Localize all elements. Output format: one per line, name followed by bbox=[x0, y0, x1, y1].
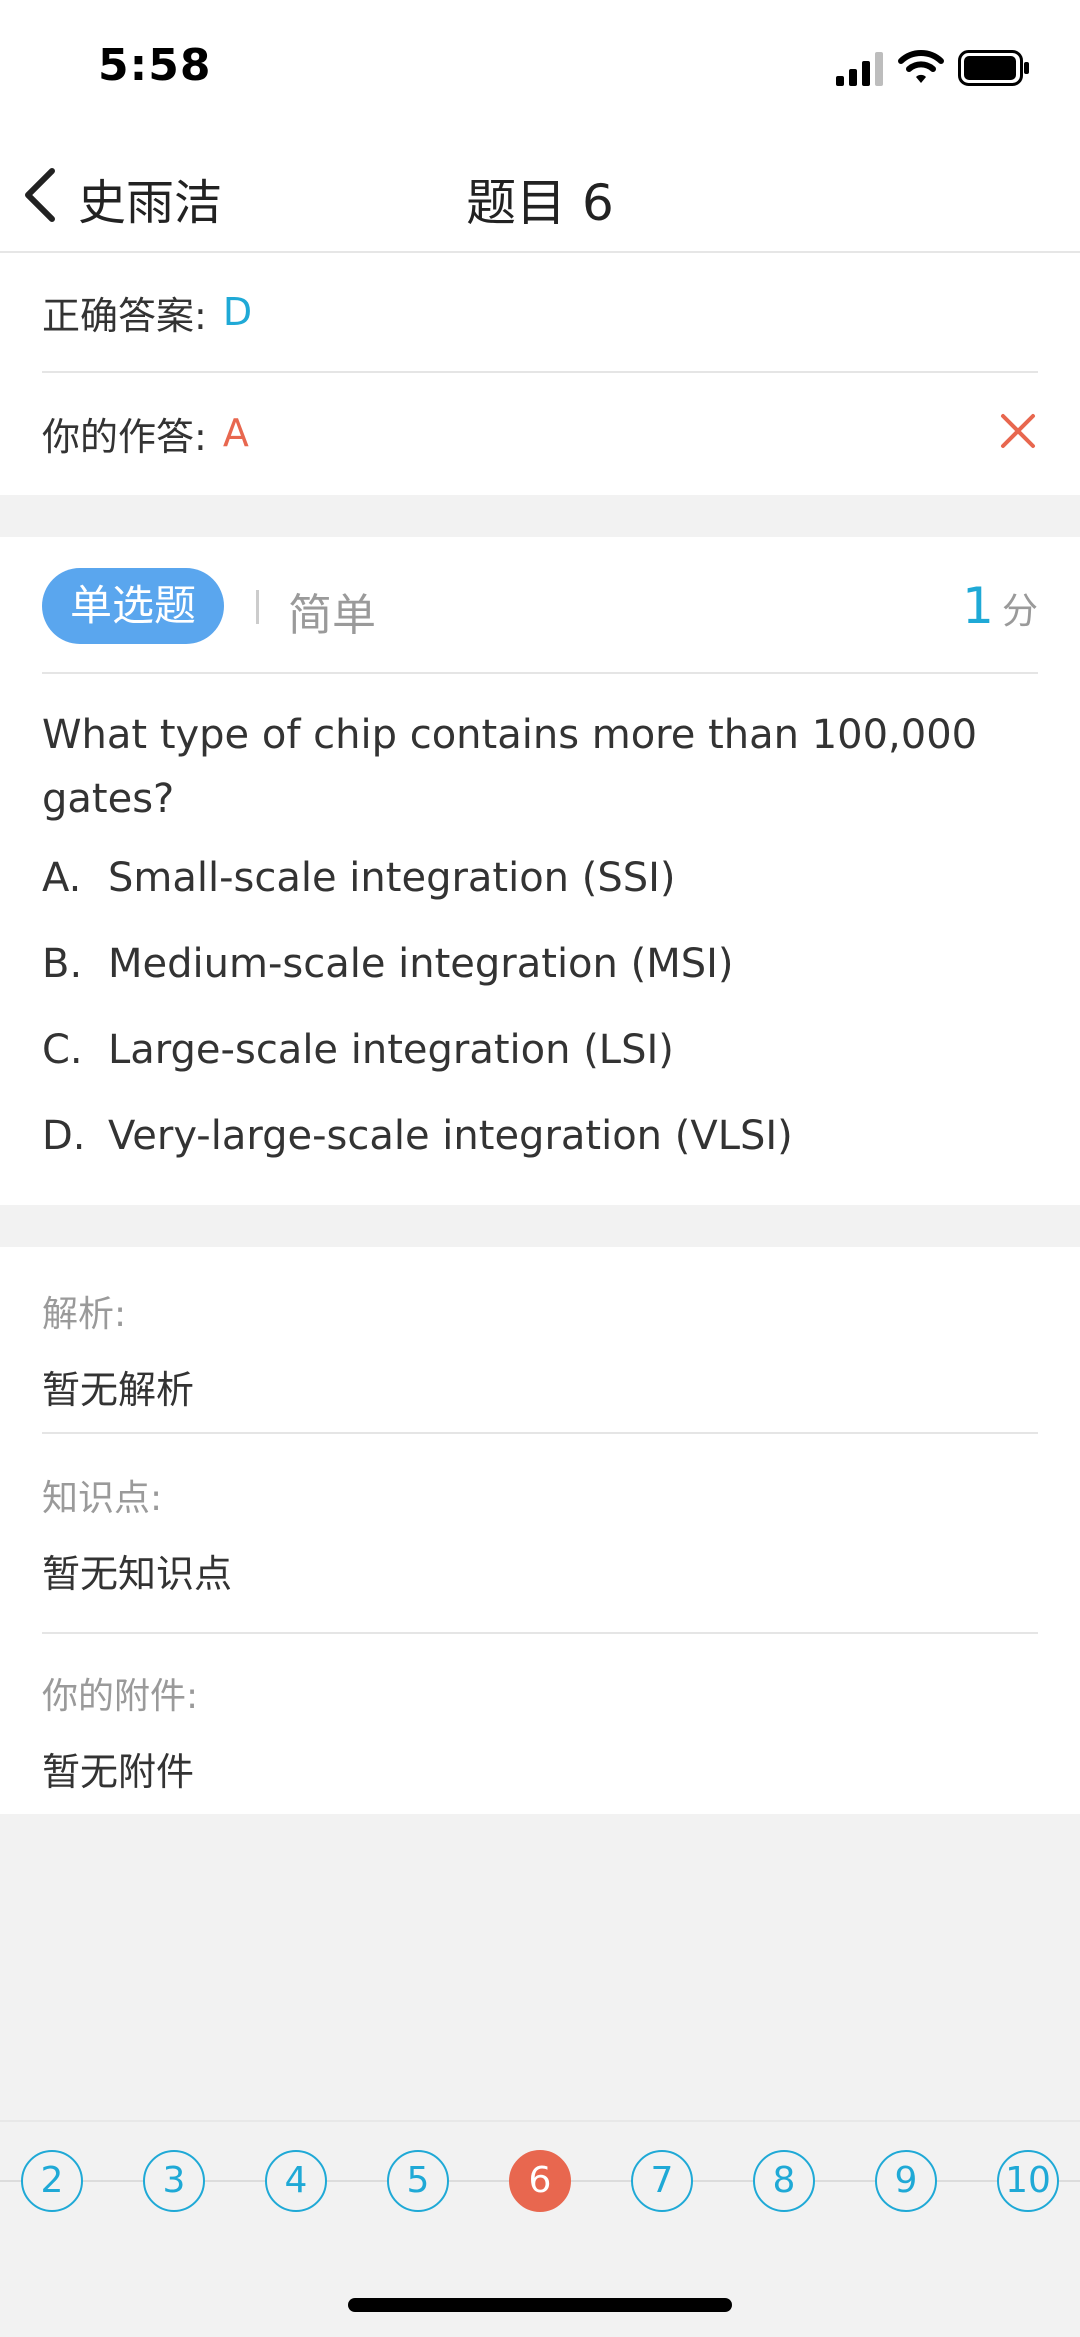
signal-icon bbox=[836, 52, 883, 86]
your-answer-label: 你的作答: bbox=[42, 414, 207, 459]
divider bbox=[42, 1632, 1038, 1634]
wifi-icon bbox=[898, 50, 944, 83]
page-item-5[interactable]: 5 bbox=[387, 2150, 449, 2212]
header-divider bbox=[256, 590, 259, 624]
option-text: Large-scale integration (LSI) bbox=[108, 1027, 674, 1073]
option-letter: C. bbox=[42, 1027, 83, 1073]
status-bar: 5:58 bbox=[0, 0, 1080, 135]
option-text: Medium-scale integration (MSI) bbox=[108, 941, 734, 987]
option-text: Very-large-scale integration (VLSI) bbox=[108, 1113, 793, 1159]
battery-icon bbox=[958, 50, 1029, 86]
option-a: A. Small-scale integration (SSI) bbox=[42, 855, 1038, 901]
page-item-2[interactable]: 2 bbox=[21, 2150, 83, 2212]
question-pager: 2 3 4 5 6 7 8 9 10 bbox=[0, 2120, 1080, 2240]
analysis-label: 解析: bbox=[42, 1294, 127, 1335]
option-letter: D. bbox=[42, 1113, 86, 1159]
question-text: What type of chip contains more than 100… bbox=[42, 712, 978, 822]
score-unit: 分 bbox=[1001, 591, 1038, 632]
question-section: 单选题 简单 1分 What type of chip contains mor… bbox=[0, 537, 1080, 1205]
page-item-3[interactable]: 3 bbox=[143, 2150, 205, 2212]
option-b: B. Medium-scale integration (MSI) bbox=[42, 941, 1038, 987]
correct-answer-row: 正确答案: D bbox=[42, 253, 1038, 373]
question-type-badge: 单选题 bbox=[42, 568, 225, 644]
knowledge-block: 知识点: 暂无知识点 bbox=[42, 1469, 1038, 1598]
score: 1分 bbox=[962, 577, 1038, 635]
your-answer-value: A bbox=[222, 411, 249, 455]
correct-answer-label: 正确答案: bbox=[42, 293, 207, 338]
option-letter: B. bbox=[42, 941, 83, 987]
question-header: 单选题 简单 1分 bbox=[42, 537, 1038, 674]
page-title: 题目 6 bbox=[466, 174, 614, 232]
option-c: C. Large-scale integration (LSI) bbox=[42, 1027, 1038, 1073]
divider bbox=[42, 1432, 1038, 1434]
page-item-8[interactable]: 8 bbox=[753, 2150, 815, 2212]
analysis-section: 解析: 暂无解析 知识点: 暂无知识点 你的附件: 暂无附件 bbox=[0, 1247, 1080, 1814]
analysis-value: 暂无解析 bbox=[42, 1368, 195, 1412]
correct-answer-value: D bbox=[222, 290, 253, 334]
page-item-7[interactable]: 7 bbox=[631, 2150, 693, 2212]
close-icon bbox=[1001, 414, 1035, 448]
your-answer-row: 你的作答: A bbox=[42, 373, 1038, 493]
home-indicator[interactable] bbox=[348, 2298, 732, 2312]
page-item-4[interactable]: 4 bbox=[265, 2150, 327, 2212]
page-item-6-current[interactable]: 6 bbox=[509, 2150, 571, 2212]
option-text: Small-scale integration (SSI) bbox=[108, 855, 676, 901]
knowledge-label: 知识点: bbox=[42, 1478, 163, 1519]
question-review-screen: 5:58 史雨洁 题目 6 正确答案: D 你的作答: A 单选题 简单 1 分… bbox=[0, 0, 1080, 2337]
knowledge-value: 暂无知识点 bbox=[42, 1552, 233, 1596]
status-time: 5:58 bbox=[98, 40, 212, 91]
navigation-bar: 史雨洁 题目 6 bbox=[0, 135, 1080, 253]
attachment-block: 你的附件: 暂无附件 bbox=[42, 1667, 1038, 1796]
analysis-block: 解析: 暂无解析 bbox=[42, 1285, 1038, 1414]
score-value: 1 bbox=[962, 577, 994, 635]
attachment-label: 你的附件: bbox=[42, 1676, 199, 1717]
attachment-value: 暂无附件 bbox=[42, 1750, 195, 1794]
page-item-9[interactable]: 9 bbox=[875, 2150, 937, 2212]
option-letter: A. bbox=[42, 855, 82, 901]
answer-section: 正确答案: D 你的作答: A bbox=[0, 253, 1080, 495]
difficulty-label: 简单 bbox=[288, 590, 376, 641]
page-item-10[interactable]: 10 bbox=[997, 2150, 1059, 2212]
option-d: D. Very-large-scale integration (VLSI) bbox=[42, 1113, 1038, 1159]
